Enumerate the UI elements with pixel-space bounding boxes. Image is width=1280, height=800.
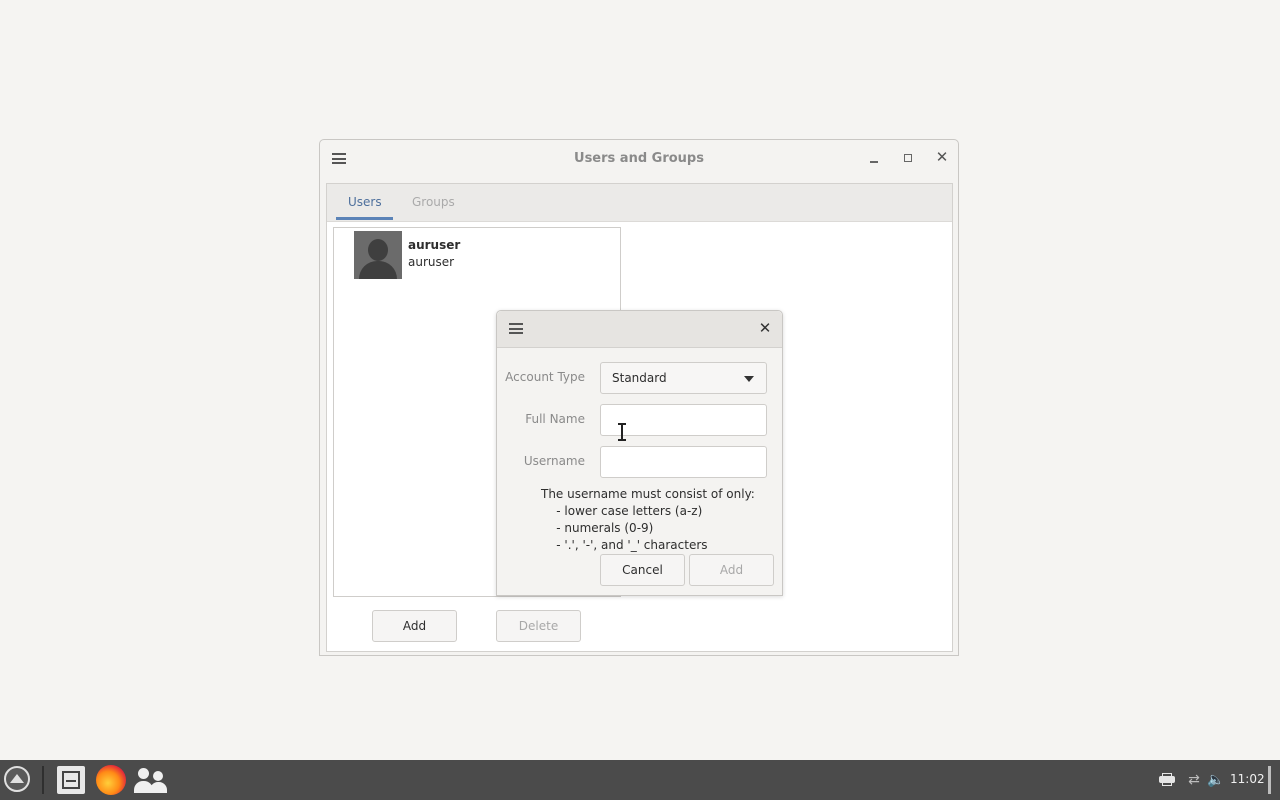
add-user-button[interactable]: Add [372,610,457,642]
window-titlebar[interactable]: Users and Groups ✕ [320,140,958,178]
files-icon[interactable] [57,766,85,794]
account-type-value: Standard [612,371,667,385]
network-icon[interactable]: ⇄ [1185,771,1203,789]
avatar [354,231,402,279]
cancel-button[interactable]: Cancel [600,554,685,586]
dialog-titlebar[interactable]: ✕ [497,311,782,348]
text-cursor-icon [618,423,626,441]
minimize-button[interactable] [866,150,882,166]
add-user-dialog: ✕ Account Type Standard Full Name Userna… [496,310,783,596]
user-username: auruser [408,255,455,269]
clock[interactable]: 11:02 [1230,772,1265,786]
users-groups-icon[interactable] [134,766,168,794]
taskbar: ⇄ 🔈 11:02 [0,760,1280,800]
taskbar-separator [42,766,44,794]
full-name-label: Full Name [525,412,585,426]
hint-line: The username must consist of only: [541,487,755,501]
account-type-dropdown[interactable]: Standard [600,362,767,394]
firefox-icon[interactable] [96,765,126,795]
hint-line: - lower case letters (a-z) [541,504,703,518]
username-label: Username [523,454,585,468]
app-menu-icon[interactable] [4,766,30,792]
volume-icon[interactable]: 🔈 [1207,771,1225,789]
tab-groups[interactable]: Groups [412,195,455,209]
close-button[interactable]: ✕ [934,149,950,165]
user-full-name: auruser [408,238,461,252]
window-title: Users and Groups [574,151,704,166]
dialog-add-button[interactable]: Add [689,554,774,586]
printer-icon[interactable] [1159,773,1175,786]
account-type-label: Account Type [505,370,585,384]
maximize-button[interactable] [900,150,916,166]
hint-line: - '.', '-', and '_' characters [541,538,708,552]
active-tab-indicator [336,217,393,220]
show-desktop-button[interactable] [1268,766,1271,794]
hint-line: - numerals (0-9) [541,521,654,535]
chevron-down-icon [744,376,754,382]
tab-users[interactable]: Users [348,195,382,209]
delete-user-button[interactable]: Delete [496,610,581,642]
username-field[interactable] [600,446,767,478]
tab-bar: Users Groups [327,184,952,222]
username-hint: The username must consist of only: - low… [541,486,755,554]
dialog-close-button[interactable]: ✕ [757,320,773,336]
dialog-menu-icon[interactable] [509,323,523,334]
